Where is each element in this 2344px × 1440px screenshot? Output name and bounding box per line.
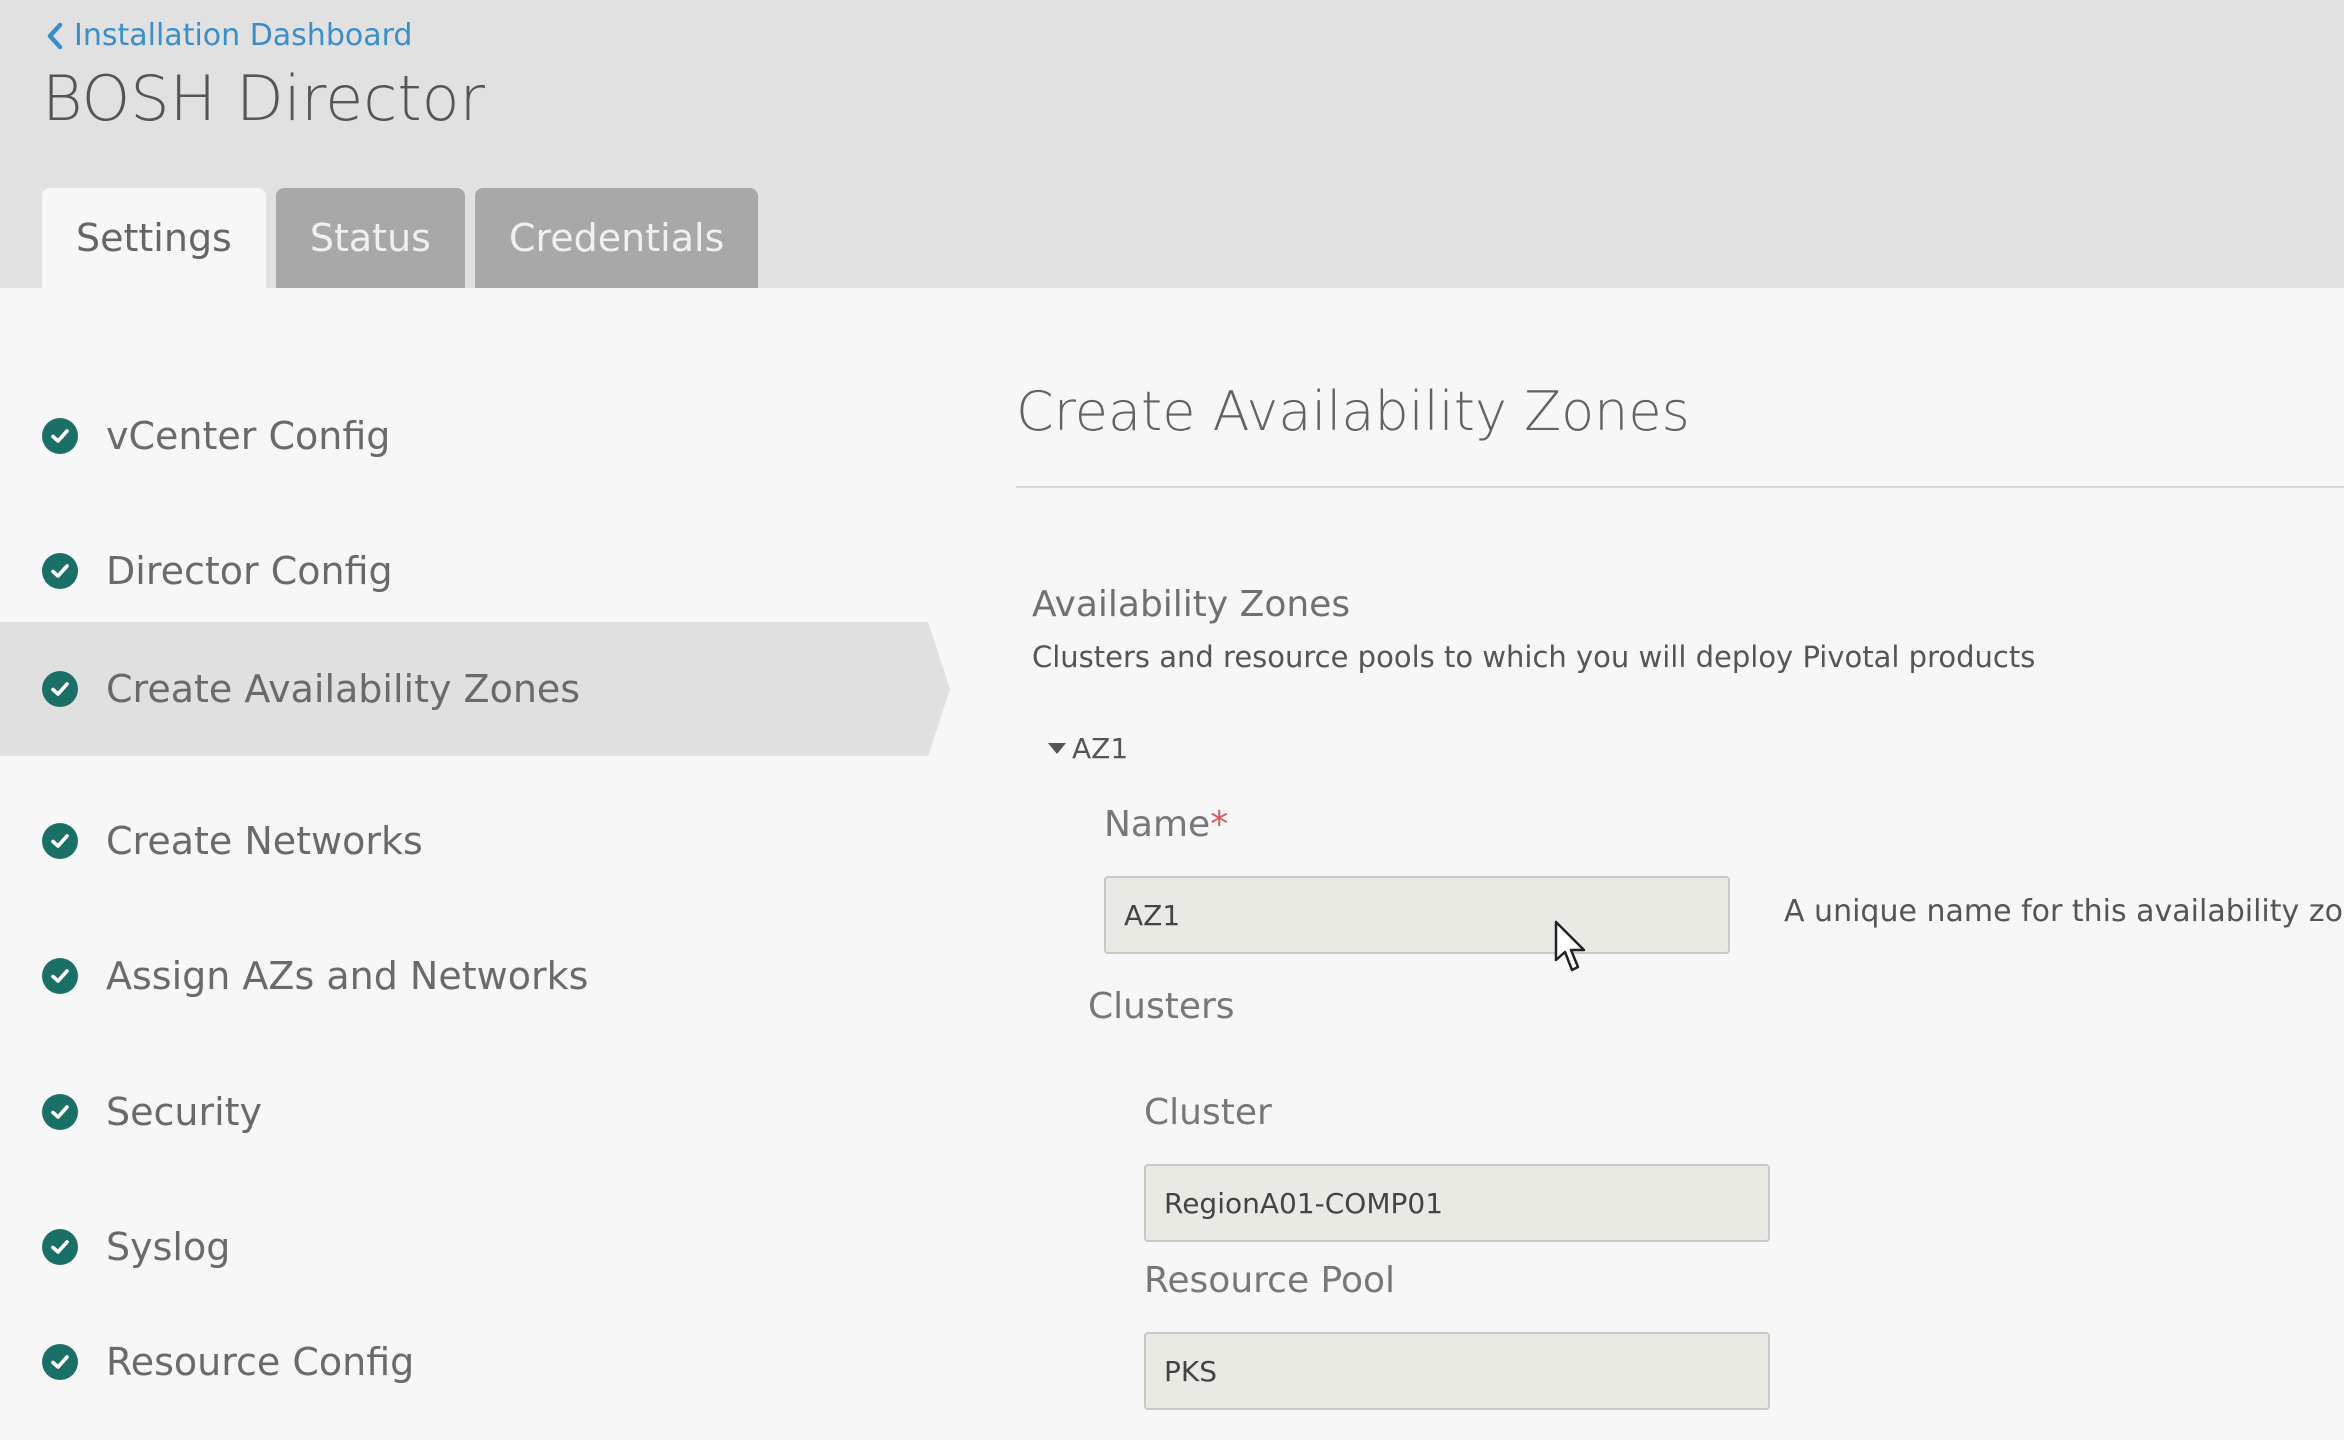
check-circle-icon (42, 671, 78, 707)
name-label-text: Name (1104, 804, 1211, 845)
cluster-input-value: RegionA01-COMP01 (1164, 1186, 1444, 1220)
sidebar-item-label: Assign AZs and Networks (106, 954, 589, 998)
check-circle-icon (42, 823, 78, 859)
sidebar-item-syslog[interactable]: Syslog (0, 1180, 935, 1314)
tab-credentials[interactable]: Credentials (474, 188, 759, 288)
resource-pool-input[interactable]: PKS (1144, 1332, 1770, 1410)
tab-bar: Settings Status Credentials (42, 188, 768, 288)
availability-zones-heading: Availability Zones (1032, 584, 1351, 625)
back-link[interactable]: Installation Dashboard (44, 18, 412, 53)
name-input[interactable]: AZ1 (1104, 876, 1730, 954)
sidebar-item-create-availability-zones[interactable]: Create Availability Zones (0, 622, 950, 756)
triangle-down-icon (1048, 743, 1066, 754)
sidebar-item-label: Create Availability Zones (106, 667, 581, 711)
check-circle-icon (42, 958, 78, 994)
check-circle-icon (42, 1229, 78, 1265)
sidebar-item-director-config[interactable]: Director Config (0, 504, 935, 638)
chevron-left-icon (47, 22, 63, 49)
sidebar-item-label: Security (106, 1090, 263, 1134)
section-title: Create Availability Zones (1016, 380, 1690, 443)
check-circle-icon (42, 418, 78, 454)
mouse-cursor-icon (1554, 920, 1586, 972)
resource-pool-input-value: PKS (1164, 1354, 1218, 1388)
page-title: BOSH Director (42, 62, 486, 135)
name-label: Name* (1104, 804, 1228, 845)
sidebar-item-label: vCenter Config (106, 414, 391, 458)
clusters-label: Clusters (1088, 986, 1235, 1027)
name-hint: A unique name for this availability zone (1784, 894, 2344, 929)
cluster-label: Cluster (1144, 1092, 1272, 1133)
sidebar-item-vcenter-config[interactable]: vCenter Config (0, 369, 935, 503)
az1-toggle-label: AZ1 (1072, 732, 1129, 765)
check-circle-icon (42, 1344, 78, 1380)
sidebar-item-label: Resource Config (106, 1340, 415, 1384)
sidebar-item-security[interactable]: Security (0, 1045, 935, 1179)
check-circle-icon (42, 1094, 78, 1130)
back-link-label[interactable]: Installation Dashboard (74, 18, 412, 53)
cluster-input[interactable]: RegionA01-COMP01 (1144, 1164, 1770, 1242)
sidebar-item-label: Syslog (106, 1225, 231, 1269)
page-header: Installation Dashboard BOSH Director Set… (0, 0, 2344, 288)
sidebar-item-create-networks[interactable]: Create Networks (0, 774, 935, 908)
tab-settings[interactable]: Settings (42, 188, 266, 288)
az1-collapse-toggle[interactable]: AZ1 (1048, 732, 1128, 765)
name-input-value: AZ1 (1124, 898, 1181, 932)
sidebar-item-label: Director Config (106, 549, 393, 593)
availability-zones-description: Clusters and resource pools to which you… (1032, 640, 2036, 674)
section-divider (1016, 486, 2344, 488)
tab-status[interactable]: Status (275, 188, 465, 288)
sidebar-item-resource-config[interactable]: Resource Config (0, 1295, 935, 1429)
resource-pool-label: Resource Pool (1144, 1260, 1396, 1301)
sidebar-item-label: Create Networks (106, 819, 423, 863)
check-circle-icon (42, 553, 78, 589)
main-content: Create Availability Zones Availability Z… (1016, 288, 2344, 1440)
settings-sidebar: vCenter Config Director Config Create Av… (0, 288, 960, 1440)
sidebar-item-assign-azs-and-networks[interactable]: Assign AZs and Networks (0, 909, 935, 1043)
required-marker: * (1210, 804, 1229, 845)
